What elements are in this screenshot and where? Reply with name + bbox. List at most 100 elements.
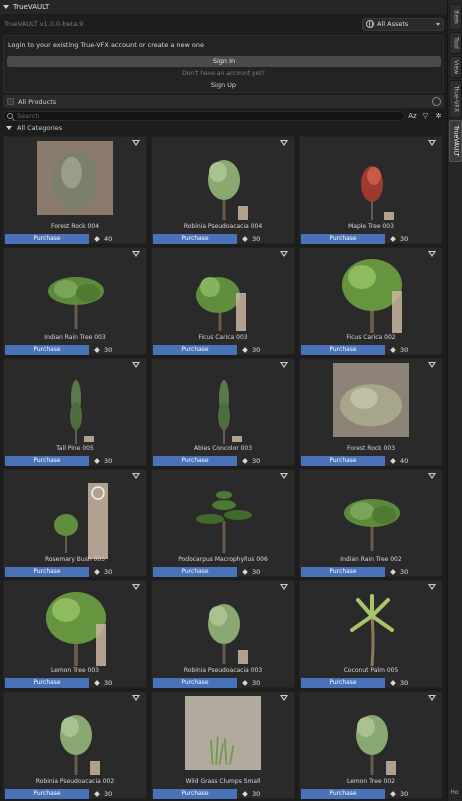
filter-icon[interactable] bbox=[132, 695, 140, 701]
filter-icon[interactable] bbox=[132, 140, 140, 146]
asset-thumbnail[interactable] bbox=[37, 141, 113, 215]
asset-card[interactable]: Lemon Tree 002 Purchase 30 bbox=[299, 691, 443, 799]
asset-thumbnail[interactable] bbox=[328, 475, 416, 559]
purchase-button[interactable]: Purchase bbox=[5, 456, 89, 466]
filter-icon[interactable] bbox=[280, 473, 288, 479]
asset-thumbnail[interactable] bbox=[328, 253, 416, 337]
refresh-icon[interactable] bbox=[432, 97, 441, 106]
purchase-button[interactable]: Purchase bbox=[5, 567, 89, 577]
asset-price: 30 bbox=[240, 789, 260, 799]
filter-icon[interactable]: ▽ bbox=[420, 111, 431, 121]
price-value: 30 bbox=[104, 346, 113, 354]
asset-filter-dropdown[interactable]: All Assets bbox=[362, 17, 444, 31]
side-tab-strip: Item Tool View True-VFX TrueVAULT Ho bbox=[447, 0, 462, 801]
asset-thumbnail[interactable] bbox=[180, 364, 268, 448]
purchase-button[interactable]: Purchase bbox=[301, 345, 385, 355]
filter-icon[interactable] bbox=[280, 362, 288, 368]
asset-card[interactable]: Indian Rain Tree 002 Purchase 30 bbox=[299, 469, 443, 577]
asset-card[interactable]: Indian Rain Tree 003 Purchase 30 bbox=[3, 247, 147, 355]
filter-icon[interactable] bbox=[280, 140, 288, 146]
filter-icon[interactable] bbox=[132, 251, 140, 257]
asset-card[interactable]: Ficus Carica 003 Purchase 30 bbox=[151, 247, 295, 355]
asset-card[interactable]: Robinia Pseudoacacia 003 Purchase 30 bbox=[151, 580, 295, 688]
filter-icon[interactable] bbox=[132, 362, 140, 368]
asset-thumbnail[interactable] bbox=[32, 697, 120, 781]
asset-card[interactable]: Abies Concolor 003 Purchase 30 bbox=[151, 358, 295, 466]
asset-card[interactable]: Tall Pine 005 Purchase 30 bbox=[3, 358, 147, 466]
asset-thumbnail[interactable] bbox=[180, 586, 268, 670]
tab-view[interactable]: View bbox=[449, 56, 462, 78]
asset-thumbnail[interactable] bbox=[180, 142, 268, 226]
purchase-button[interactable]: Purchase bbox=[153, 345, 237, 355]
filter-icon[interactable] bbox=[428, 251, 436, 257]
asset-thumbnail[interactable] bbox=[333, 363, 409, 437]
panel-header[interactable]: TrueVAULT bbox=[0, 0, 447, 14]
purchase-button[interactable]: Purchase bbox=[153, 234, 237, 244]
asset-card[interactable]: Wild Grass Clumps Small Purchase 30 bbox=[151, 691, 295, 799]
search-input[interactable] bbox=[17, 112, 317, 120]
credit-diamond-icon bbox=[94, 680, 100, 686]
all-products-toggle[interactable]: All Products bbox=[3, 95, 444, 108]
collapse-arrow-icon[interactable] bbox=[3, 5, 9, 9]
asset-thumbnail[interactable] bbox=[180, 253, 268, 337]
purchase-button[interactable]: Purchase bbox=[153, 567, 237, 577]
sign-up-link[interactable]: Sign Up bbox=[4, 81, 443, 89]
asset-thumbnail[interactable] bbox=[32, 475, 120, 559]
filter-icon[interactable] bbox=[280, 251, 288, 257]
filter-icon[interactable] bbox=[428, 140, 436, 146]
purchase-button[interactable]: Purchase bbox=[301, 678, 385, 688]
filter-icon[interactable] bbox=[428, 473, 436, 479]
purchase-button[interactable]: Purchase bbox=[301, 234, 385, 244]
expand-arrow-icon[interactable] bbox=[6, 126, 12, 130]
tab-tool[interactable]: Tool bbox=[449, 32, 462, 54]
filter-icon[interactable] bbox=[280, 695, 288, 701]
asset-thumbnail[interactable] bbox=[32, 586, 120, 670]
purchase-button[interactable]: Purchase bbox=[5, 345, 89, 355]
asset-card[interactable]: Lemon Tree 003 Purchase 30 bbox=[3, 580, 147, 688]
asset-thumbnail[interactable] bbox=[328, 586, 416, 670]
filter-icon[interactable] bbox=[132, 584, 140, 590]
purchase-button[interactable]: Purchase bbox=[301, 789, 385, 799]
purchase-button[interactable]: Purchase bbox=[153, 678, 237, 688]
purchase-button[interactable]: Purchase bbox=[5, 234, 89, 244]
all-products-checkbox[interactable] bbox=[7, 98, 14, 105]
asset-card[interactable]: Rosemary Bush 005 Purchase 30 bbox=[3, 469, 147, 577]
filter-icon[interactable] bbox=[280, 584, 288, 590]
asset-card[interactable]: Coconut Palm 005 Purchase 30 bbox=[299, 580, 443, 688]
filter-icon[interactable] bbox=[428, 695, 436, 701]
asset-thumbnail[interactable] bbox=[32, 253, 120, 337]
filter-icon[interactable] bbox=[428, 584, 436, 590]
purchase-button[interactable]: Purchase bbox=[301, 567, 385, 577]
asset-card[interactable]: Forest Rock 004 Purchase 40 bbox=[3, 136, 147, 244]
asset-thumbnail[interactable] bbox=[32, 364, 120, 448]
filter-icon[interactable] bbox=[428, 362, 436, 368]
asset-thumbnail[interactable] bbox=[180, 475, 268, 559]
asset-thumbnail[interactable] bbox=[328, 142, 416, 226]
asset-price: 30 bbox=[240, 567, 260, 577]
sort-alpha-button[interactable]: Az bbox=[407, 111, 418, 121]
asset-thumbnail[interactable] bbox=[185, 696, 261, 770]
purchase-button[interactable]: Purchase bbox=[153, 456, 237, 466]
asset-card[interactable]: Robinia Pseudoacacia 002 Purchase 30 bbox=[3, 691, 147, 799]
asset-thumbnail[interactable] bbox=[328, 697, 416, 781]
purchase-button[interactable]: Purchase bbox=[301, 456, 385, 466]
sign-in-button[interactable]: Sign In bbox=[7, 56, 441, 67]
purchase-button[interactable]: Purchase bbox=[153, 789, 237, 799]
asset-name: Podocarpus Macrophyllus 006 bbox=[178, 556, 268, 563]
price-value: 30 bbox=[400, 568, 409, 576]
search-box[interactable] bbox=[3, 111, 405, 121]
asset-card[interactable]: Podocarpus Macrophyllus 006 Purchase 30 bbox=[151, 469, 295, 577]
purchase-button[interactable]: Purchase bbox=[5, 789, 89, 799]
tab-item[interactable]: Item bbox=[449, 4, 462, 30]
tab-true-vfx[interactable]: True-VFX bbox=[449, 80, 462, 118]
gear-icon[interactable]: ✲ bbox=[433, 111, 444, 121]
asset-card[interactable]: Ficus Carica 002 Purchase 30 bbox=[299, 247, 443, 355]
filter-icon[interactable] bbox=[132, 473, 140, 479]
categories-row[interactable]: All Categories bbox=[3, 123, 444, 133]
asset-card[interactable]: Maple Tree 003 Purchase 30 bbox=[299, 136, 443, 244]
purchase-button[interactable]: Purchase bbox=[5, 678, 89, 688]
asset-card[interactable]: Forest Rock 003 Purchase 40 bbox=[299, 358, 443, 466]
tab-truevault[interactable]: TrueVAULT bbox=[449, 120, 462, 162]
asset-card[interactable]: Robinia Pseudoacacia 004 Purchase 30 bbox=[151, 136, 295, 244]
credit-diamond-icon bbox=[242, 791, 248, 797]
